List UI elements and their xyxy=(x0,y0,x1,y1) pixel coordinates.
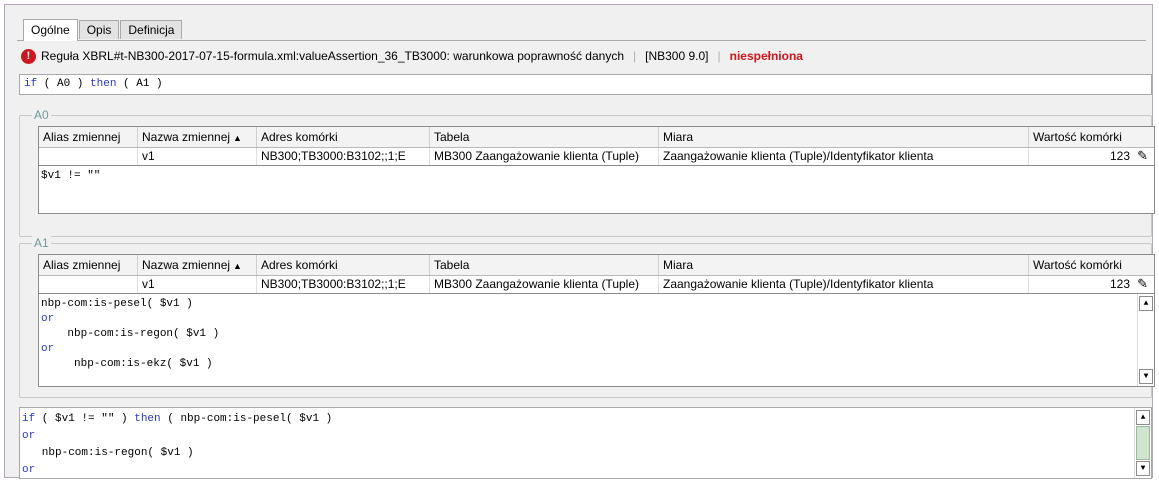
condition-or: or xyxy=(41,313,55,325)
table-row[interactable]: v1 NB300;TB3000:B3102;;1;E MB300 Zaangaż… xyxy=(39,148,1154,165)
expression-a0: ( A0 ) xyxy=(37,78,91,90)
cell-measure: Zaangażowanie klienta (Tuple)/Identyfika… xyxy=(659,276,1029,293)
variables-grid-a1: Alias zmiennej Nazwa zmiennej ▲ Adres kom… xyxy=(38,254,1155,387)
cell-address: NB300;TB3000:B3102;;1;E xyxy=(257,148,430,165)
tab-general[interactable]: Ogólne xyxy=(23,19,78,41)
pencil-icon[interactable]: ✎ xyxy=(1137,149,1148,163)
expression-scrollbar[interactable]: ▲ ▼ xyxy=(1134,408,1151,478)
cell-value-text: 123 xyxy=(1109,277,1130,291)
keyword-if: if xyxy=(24,78,38,90)
cell-alias xyxy=(39,148,138,165)
rule-details-window: Ogólne Opis Definicja ! Reguła XBRL#t-NB… xyxy=(4,4,1155,479)
condition-line: $v1 != "" xyxy=(41,170,101,182)
col-table-header[interactable]: Tabela xyxy=(430,127,659,147)
grid-header: Alias zmiennej Nazwa zmiennej ▲ Adres kom… xyxy=(39,255,1154,276)
col-value-header[interactable]: Wartość komórki xyxy=(1029,255,1154,275)
rule-code: [NB300 9.0] xyxy=(645,49,709,63)
scroll-down-icon[interactable]: ▼ xyxy=(1139,369,1153,384)
col-address-header[interactable]: Adres komórki xyxy=(257,255,430,275)
condition-line: nbp-com:is-ekz( $v1 ) xyxy=(41,358,213,370)
keyword-then: then xyxy=(90,78,117,90)
col-name-header[interactable]: Nazwa zmiennej ▲ xyxy=(138,127,257,147)
scroll-up-icon[interactable]: ▲ xyxy=(1139,296,1153,311)
group-a0: A0 Alias zmiennej Nazwa zmiennej ▲ Adres … xyxy=(19,108,1155,237)
tab-bar: Ogólne Opis Definicja xyxy=(23,19,183,41)
col-alias-header[interactable]: Alias zmiennej xyxy=(39,127,138,147)
cell-address: NB300;TB3000:B3102;;1;E xyxy=(257,276,430,293)
cell-measure: Zaangażowanie klienta (Tuple)/Identyfika… xyxy=(659,148,1029,165)
expression-condition: ( $v1 != "" ) xyxy=(35,413,135,425)
main-expression-field[interactable]: if ( A0 ) then ( A1 ) xyxy=(19,74,1152,95)
condition-line: nbp-com:is-regon( $v1 ) xyxy=(41,328,220,340)
pencil-icon[interactable]: ✎ xyxy=(1137,277,1148,291)
tab-definition[interactable]: Definicja xyxy=(120,20,183,39)
condition-or: or xyxy=(22,430,36,442)
keyword-if: if xyxy=(22,413,36,425)
scroll-thumb[interactable] xyxy=(1136,426,1150,460)
keyword-then: then xyxy=(134,413,161,425)
col-table-header[interactable]: Tabela xyxy=(430,255,659,275)
condition-or: or xyxy=(41,343,55,355)
col-alias-header[interactable]: Alias zmiennej xyxy=(39,255,138,275)
sort-asc-icon: ▲ xyxy=(233,261,242,271)
col-name-header[interactable]: Nazwa zmiennej ▲ xyxy=(138,255,257,275)
group-title: A0 xyxy=(32,108,51,122)
cell-value[interactable]: 123 ✎ xyxy=(1029,148,1154,165)
cell-value[interactable]: 123 ✎ xyxy=(1029,276,1154,293)
tab-divider xyxy=(17,40,1146,41)
condition-or: or xyxy=(22,464,36,476)
separator: | xyxy=(717,49,721,63)
cell-alias xyxy=(39,276,138,293)
tab-description[interactable]: Opis xyxy=(78,20,120,39)
grid-header: Alias zmiennej Nazwa zmiennej ▲ Adres kom… xyxy=(39,127,1154,148)
scroll-down-icon[interactable]: ▼ xyxy=(1136,461,1150,476)
error-icon: ! xyxy=(21,48,36,64)
condition-a1[interactable]: nbp-com:is-pesel( $v1 ) or nbp-com:is-reg… xyxy=(39,293,1154,386)
col-value-header[interactable]: Wartość komórki xyxy=(1029,127,1154,147)
table-row[interactable]: v1 NB300;TB3000:B3102;;1;E MB300 Zaangaż… xyxy=(39,276,1154,293)
cell-table: MB300 Zaangażowanie klienta (Tuple) xyxy=(430,276,659,293)
separator: | xyxy=(633,49,637,63)
cell-name: v1 xyxy=(138,276,257,293)
condition-scrollbar[interactable]: ▲ ▼ xyxy=(1137,294,1154,386)
expression-rest: ( nbp-com:is-pesel( $v1 ) xyxy=(160,413,333,425)
sort-asc-icon: ▲ xyxy=(233,133,242,143)
expression-a1: ( A1 ) xyxy=(116,78,163,90)
cell-table: MB300 Zaangażowanie klienta (Tuple) xyxy=(430,148,659,165)
rule-title: Reguła XBRL#t-NB300-2017-07-15-formula.x… xyxy=(41,49,624,63)
resolved-expression-code: if ( $v1 != "" ) then ( nbp-com:is-pesel… xyxy=(22,411,333,478)
col-name-label: Nazwa zmiennej xyxy=(142,130,231,144)
scroll-up-icon[interactable]: ▲ xyxy=(1136,410,1150,425)
col-measure-header[interactable]: Miara xyxy=(659,127,1029,147)
cell-name: v1 xyxy=(138,148,257,165)
col-name-label: Nazwa zmiennej xyxy=(142,258,231,272)
condition-line: nbp-com:is-regon( $v1 ) xyxy=(22,447,194,459)
group-a1: A1 Alias zmiennej Nazwa zmiennej ▲ Adres … xyxy=(19,236,1155,398)
col-address-header[interactable]: Adres komórki xyxy=(257,127,430,147)
condition-a0[interactable]: $v1 != "" xyxy=(39,165,1154,213)
col-measure-header[interactable]: Miara xyxy=(659,255,1029,275)
rule-header: ! Reguła XBRL#t-NB300-2017-07-15-formula… xyxy=(21,47,803,65)
group-title: A1 xyxy=(32,236,51,250)
condition-line: nbp-com:is-pesel( $v1 ) xyxy=(41,298,193,310)
cell-value-text: 123 xyxy=(1109,149,1130,163)
resolved-expression-field[interactable]: if ( $v1 != "" ) then ( nbp-com:is-pesel… xyxy=(19,407,1152,479)
variables-grid-a0: Alias zmiennej Nazwa zmiennej ▲ Adres kom… xyxy=(38,126,1155,214)
status-badge: niespełniona xyxy=(729,49,803,63)
